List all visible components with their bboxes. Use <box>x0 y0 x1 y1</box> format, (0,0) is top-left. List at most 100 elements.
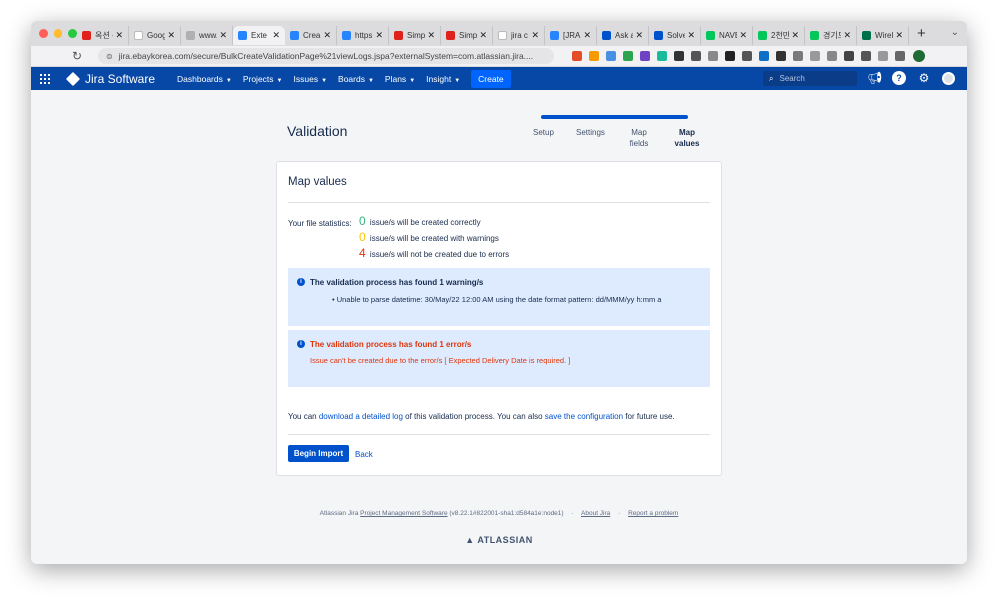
extension-icon[interactable] <box>827 51 837 61</box>
extension-icon[interactable] <box>623 51 633 61</box>
tab-label: Exte <box>251 31 268 40</box>
url-field[interactable]: ⊜ jira.ebaykorea.com/secure/BulkCreateVa… <box>98 48 554 64</box>
tab-search-icon[interactable]: ⌄ <box>951 27 959 38</box>
nav-plans[interactable]: Plans ▼ <box>385 74 415 84</box>
close-window-icon[interactable] <box>39 29 48 38</box>
browser-tab[interactable]: www. ✕ <box>181 26 233 45</box>
nav-projects[interactable]: Projects ▼ <box>243 74 283 84</box>
begin-import-button[interactable]: Begin Import <box>288 445 349 462</box>
help-icon[interactable]: ? <box>892 71 906 85</box>
about-jira-link[interactable]: About Jira <box>581 510 610 517</box>
reload-icon[interactable]: ↻ <box>72 49 90 63</box>
close-tab-icon[interactable]: ✕ <box>687 30 695 41</box>
extension-icon[interactable] <box>589 51 599 61</box>
nav-boards[interactable]: Boards ▼ <box>338 74 374 84</box>
google-icon <box>498 31 507 40</box>
step-setup: Setup <box>533 128 554 137</box>
footer-separator: · <box>618 510 621 517</box>
stat-count: 4 <box>359 246 366 260</box>
browser-tab[interactable]: NAVE✕ <box>701 26 753 45</box>
footer-version: (v8.22.1#822001-sha1:d584a1e:node1) <box>447 510 564 517</box>
nav-issues[interactable]: Issues ▼ <box>294 74 328 84</box>
pms-link[interactable]: Project Management Software <box>360 510 447 517</box>
minimize-window-icon[interactable] <box>53 29 63 38</box>
extension-icon[interactable] <box>725 51 735 61</box>
extension-icon[interactable] <box>640 51 650 61</box>
user-avatar[interactable] <box>942 71 955 85</box>
tab-label: Crea <box>303 31 321 40</box>
search-input[interactable]: ⌕ Search <box>763 71 857 86</box>
extension-icon[interactable] <box>742 51 752 61</box>
new-tab-button[interactable]: + <box>917 25 926 42</box>
extension-icon[interactable] <box>861 51 871 61</box>
browser-tab[interactable]: https ✕ <box>337 26 389 45</box>
stat-text: issue/s will be created correctly <box>369 218 481 227</box>
extension-icon[interactable] <box>776 51 786 61</box>
close-tab-icon[interactable]: ✕ <box>843 30 851 41</box>
close-tab-icon[interactable]: ✕ <box>583 30 591 41</box>
site-info-icon[interactable]: ⊜ <box>106 52 113 61</box>
extension-icon[interactable] <box>878 51 888 61</box>
close-tab-icon[interactable]: ✕ <box>323 30 331 41</box>
megaphone-icon[interactable]: 📢︎ <box>867 71 882 85</box>
auction-icon <box>82 31 91 40</box>
browser-tab[interactable]: 경기도✕ <box>805 26 857 45</box>
extension-icon[interactable] <box>691 51 701 61</box>
jira-logo[interactable]: Jira Software <box>65 71 155 86</box>
browser-tab[interactable]: Simp ✕ <box>441 26 493 45</box>
back-link[interactable]: Back <box>355 450 373 459</box>
close-tab-icon[interactable]: ✕ <box>739 30 747 41</box>
extension-icon[interactable] <box>606 51 616 61</box>
browser-tab[interactable]: Goog ✕ <box>129 26 181 45</box>
extension-icon[interactable] <box>895 51 905 61</box>
browser-tab[interactable]: jira c ✕ <box>493 26 545 45</box>
browser-tab[interactable]: 2천만 ✕ <box>753 26 805 45</box>
close-tab-icon[interactable]: ✕ <box>531 30 539 41</box>
warning-item-text: Unable to parse datetime: 30/May/22 12:0… <box>336 295 662 304</box>
create-button[interactable]: Create <box>471 69 511 88</box>
close-tab-icon[interactable]: ✕ <box>479 30 487 41</box>
extension-icon[interactable] <box>759 51 769 61</box>
gear-icon[interactable]: ⚙ <box>917 71 931 85</box>
nav-insight[interactable]: Insight ▼ <box>426 74 460 84</box>
app-switcher-icon[interactable] <box>40 73 50 84</box>
close-tab-icon[interactable]: ✕ <box>219 30 227 41</box>
step-map-values: Map values <box>674 128 700 148</box>
save-configuration-link[interactable]: save the configuration <box>545 412 623 421</box>
extension-icon[interactable] <box>810 51 820 61</box>
close-tab-icon[interactable]: ✕ <box>272 30 280 41</box>
browser-tab[interactable]: [JRA ✕ <box>545 26 597 45</box>
browser-tab[interactable]: 옥션 - ✕ <box>77 26 129 45</box>
simple-icon <box>446 31 455 40</box>
extension-icon[interactable] <box>793 51 803 61</box>
profile-avatar[interactable] <box>913 50 925 62</box>
close-tab-icon[interactable]: ✕ <box>427 30 435 41</box>
browser-tab[interactable]: Simp ✕ <box>389 26 441 45</box>
extension-icon[interactable] <box>657 51 667 61</box>
close-tab-icon[interactable]: ✕ <box>375 30 383 41</box>
page-footer: Atlassian Jira Project Management Softwa… <box>31 510 967 517</box>
report-problem-link[interactable]: Report a problem <box>628 510 678 517</box>
browser-tab[interactable]: Ask a ✕ <box>597 26 649 45</box>
naver-icon <box>758 31 767 40</box>
maximize-window-icon[interactable] <box>68 29 78 38</box>
stat-not-created: 4 issue/s will not be created due to err… <box>359 246 509 260</box>
extension-icon[interactable] <box>674 51 684 61</box>
browser-tab[interactable]: Solve ✕ <box>649 26 701 45</box>
info-icon: i <box>297 278 305 286</box>
close-tab-icon[interactable]: ✕ <box>635 30 643 41</box>
close-tab-icon[interactable]: ✕ <box>167 30 175 41</box>
chevron-down-icon: ▼ <box>454 77 461 84</box>
nav-dashboards[interactable]: Dashboards ▼ <box>177 74 232 84</box>
close-tab-icon[interactable]: ✕ <box>791 30 799 41</box>
browser-tab[interactable]: Crea ✕ <box>285 26 337 45</box>
browser-tab[interactable]: Exte ✕ <box>233 26 285 45</box>
extension-icon[interactable] <box>708 51 718 61</box>
close-tab-icon[interactable]: ✕ <box>115 30 123 41</box>
close-tab-icon[interactable]: ✕ <box>895 30 903 41</box>
extension-icon[interactable] <box>844 51 854 61</box>
browser-tab[interactable]: Wirel ✕ <box>857 26 909 45</box>
tab-label: 옥션 - <box>95 31 114 40</box>
extension-icon[interactable] <box>572 51 582 61</box>
download-log-link[interactable]: download a detailed log <box>319 412 403 421</box>
